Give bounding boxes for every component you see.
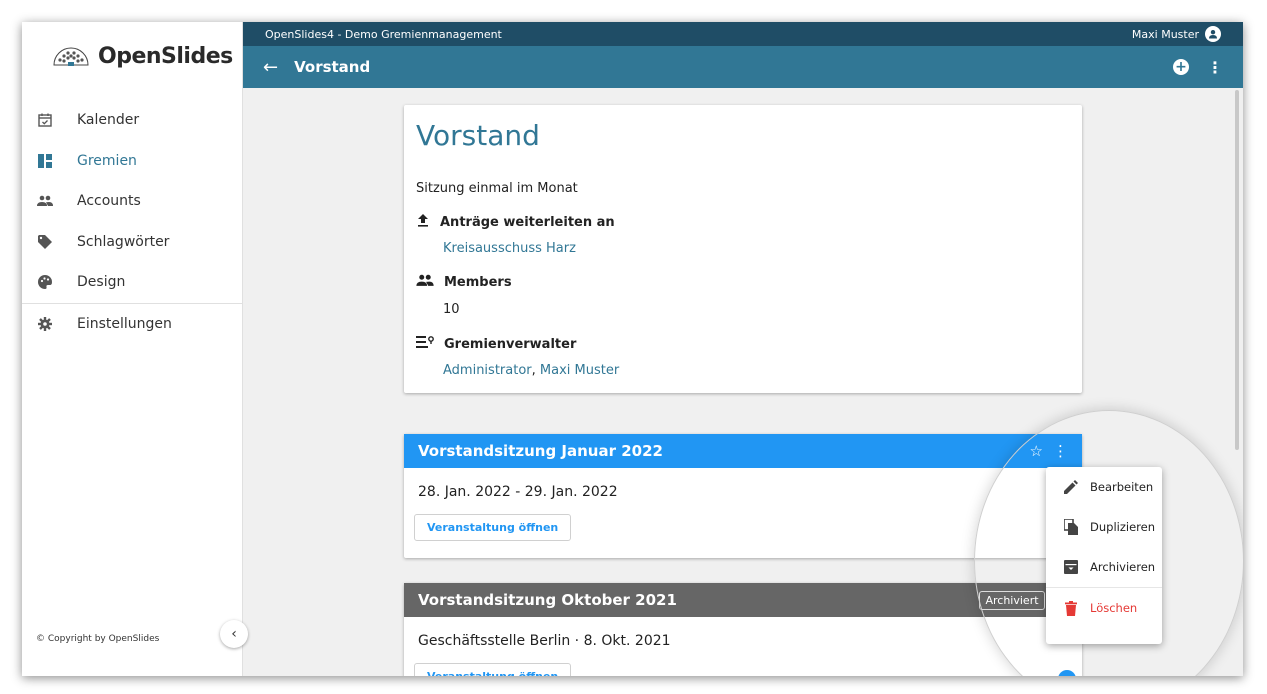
meeting-header: Vorstandsitzung Oktober 2021 Archiviert … xyxy=(404,583,1082,617)
header-actions: + ⋮ xyxy=(1173,58,1223,77)
more-vert-icon[interactable]: ⋮ xyxy=(1207,58,1223,77)
meeting-date: 28. Jan. 2022 - 29. Jan. 2022 xyxy=(418,484,618,500)
meeting-actions: ☆ ⋮ xyxy=(1030,442,1068,460)
scrollbar[interactable] xyxy=(1235,90,1239,450)
committee-title: Vorstand xyxy=(416,119,540,152)
upload-icon xyxy=(416,213,430,231)
add-icon[interactable]: + xyxy=(1173,59,1189,75)
sidebar-item-schlagwoerter[interactable]: Schlagwörter xyxy=(22,222,242,263)
committee-description: Sitzung einmal im Monat xyxy=(416,181,578,196)
sidebar-item-accounts[interactable]: Accounts xyxy=(22,181,242,222)
meeting-card: Vorstandsitzung Oktober 2021 Archiviert … xyxy=(404,583,1082,676)
forward-heading: Anträge weiterleiten an xyxy=(416,213,615,231)
sidebar-item-gremien[interactable]: Gremien xyxy=(22,141,242,182)
collapse-sidebar-button[interactable]: ‹ xyxy=(220,620,248,648)
chevron-left-icon: ‹ xyxy=(231,626,237,642)
pencil-icon xyxy=(1062,480,1080,494)
account-icon xyxy=(1205,26,1221,42)
committee-info-card: Vorstand Sitzung einmal im Monat Anträge… xyxy=(404,105,1082,393)
people-icon xyxy=(416,274,434,291)
user-menu[interactable]: Maxi Muster xyxy=(1132,26,1221,42)
managers-heading: Gremienverwalter xyxy=(416,335,576,353)
managers-list: Administrator, Maxi Muster xyxy=(443,363,619,378)
sidebar-item-label: Schlagwörter xyxy=(77,233,170,250)
tag-icon xyxy=(37,234,53,250)
logo-icon xyxy=(53,47,89,66)
members-count: 10 xyxy=(443,302,460,317)
meeting-card: Vorstandsitzung Januar 2022 ☆ ⋮ 28. Jan.… xyxy=(404,434,1082,558)
menu-item-duplicate[interactable]: Duplizieren xyxy=(1046,507,1162,547)
meeting-title[interactable]: Vorstandsitzung Januar 2022 xyxy=(418,442,663,460)
more-vert-icon[interactable]: ⋮ xyxy=(1053,442,1068,460)
user-name: Maxi Muster xyxy=(1131,27,1199,41)
open-meeting-button[interactable]: Veranstaltung öffnen xyxy=(414,514,572,541)
copy-icon xyxy=(1062,519,1080,535)
topbar-title[interactable]: OpenSlides4 - Demo Gremienmanagement xyxy=(265,28,502,41)
gear-icon xyxy=(37,316,53,332)
menu-item-archive[interactable]: Archivieren xyxy=(1046,547,1162,587)
meeting-header: Vorstandsitzung Januar 2022 ☆ ⋮ xyxy=(404,434,1082,468)
menu-item-delete[interactable]: Löschen xyxy=(1046,588,1162,628)
archive-icon xyxy=(1062,560,1080,574)
menu-item-edit[interactable]: Bearbeiten xyxy=(1046,467,1162,507)
sidebar: OpenSlides Kalender Gremien Accounts Sch… xyxy=(22,22,248,676)
calendar-icon xyxy=(37,112,53,128)
palette-icon xyxy=(37,274,53,290)
topbar: OpenSlides4 - Demo Gremienmanagement Max… xyxy=(243,22,1243,46)
manager-link[interactable]: Administrator xyxy=(443,363,532,378)
sidebar-item-label: Einstellungen xyxy=(77,315,172,332)
sidebar-item-einstellungen[interactable]: Einstellungen xyxy=(22,304,242,345)
sidebar-item-label: Gremien xyxy=(77,152,137,169)
sidebar-item-design[interactable]: Design xyxy=(22,262,242,303)
manage-accounts-icon xyxy=(416,335,434,353)
context-menu: Bearbeiten Duplizieren Archivieren Lösch… xyxy=(1046,467,1162,644)
sidebar-item-label: Design xyxy=(77,274,126,291)
open-meeting-button[interactable]: Veranstaltung öffnen xyxy=(414,663,572,676)
meeting-title[interactable]: Vorstandsitzung Oktober 2021 xyxy=(418,591,677,609)
members-heading: Members xyxy=(416,274,512,291)
manager-separator: , xyxy=(531,363,540,378)
archived-badge: Archiviert xyxy=(979,590,1045,610)
sidebar-item-kalender[interactable]: Kalender xyxy=(22,100,242,141)
copyright-text[interactable]: © Copyright by OpenSlides xyxy=(36,634,159,644)
sidebar-nav: Kalender Gremien Accounts Schlagwörter D… xyxy=(22,100,242,344)
logo-text: OpenSlides xyxy=(98,43,233,69)
back-arrow-icon[interactable]: ← xyxy=(263,57,278,78)
star-icon[interactable]: ☆ xyxy=(1030,442,1043,460)
app-window: OpenSlides Kalender Gremien Accounts Sch… xyxy=(22,22,1243,676)
manager-link[interactable]: Maxi Muster xyxy=(540,363,619,378)
forward-committee-link[interactable]: Kreisausschuss Harz xyxy=(443,241,576,256)
sidebar-item-label: Accounts xyxy=(77,193,141,210)
people-icon xyxy=(37,193,53,209)
logo[interactable]: OpenSlides xyxy=(52,38,233,74)
page-header: ← Vorstand + ⋮ xyxy=(243,46,1243,88)
page-title: Vorstand xyxy=(294,58,371,76)
meeting-date: Geschäftsstelle Berlin · 8. Okt. 2021 xyxy=(418,633,671,649)
dashboard-icon xyxy=(37,153,53,169)
sidebar-item-label: Kalender xyxy=(77,112,140,129)
trash-icon xyxy=(1062,600,1080,616)
